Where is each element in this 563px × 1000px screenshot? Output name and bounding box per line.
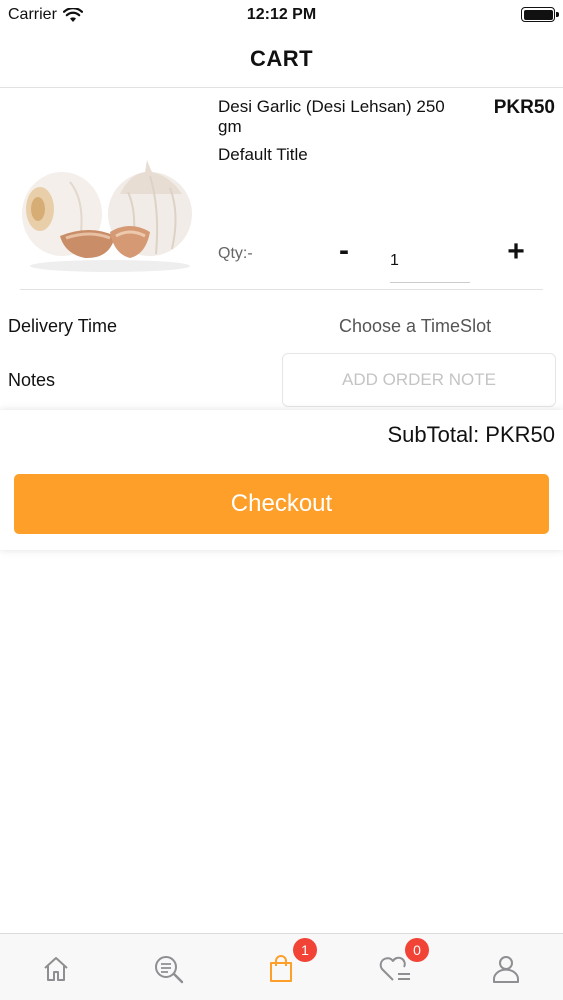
tab-wishlist[interactable]: 0 [337, 934, 449, 1000]
summary-card: SubTotal: PKR50 Checkout [0, 410, 563, 550]
product-name: Desi Garlic (Desi Lehsan) 250 gm [218, 97, 445, 136]
garlic-product-image [22, 160, 192, 272]
product-price: PKR50 [493, 97, 555, 118]
delivery-time-label: Delivery Time [8, 316, 118, 336]
battery-icon [521, 7, 559, 22]
nav-bar: CART [0, 30, 563, 88]
quantity-input[interactable]: 1 [390, 243, 470, 283]
notes-label: Notes [8, 370, 56, 390]
subtotal-label: SubTotal: PKR50 [387, 422, 555, 447]
increase-quantity-button[interactable]: + [500, 236, 532, 268]
order-note-placeholder: ADD ORDER NOTE [342, 370, 496, 389]
cart-item: Desi Garlic (Desi Lehsan) 250 gm PKR50 D… [0, 88, 563, 290]
status-time: 12:12 PM [246, 6, 317, 23]
profile-icon [493, 956, 519, 983]
status-bar: Carrier 12:12 PM [0, 0, 563, 30]
wishlist-badge: 0 [405, 938, 429, 962]
tab-search[interactable] [112, 934, 224, 1000]
decrease-quantity-button[interactable]: - [330, 236, 358, 268]
order-note-field[interactable]: ADD ORDER NOTE [282, 353, 556, 407]
shopping-bag-icon [270, 955, 292, 982]
tab-cart[interactable]: 1 [225, 934, 337, 1000]
item-divider [20, 289, 543, 290]
cart-badge: 1 [293, 938, 317, 962]
tab-profile[interactable] [450, 934, 562, 1000]
timeslot-selector[interactable]: Choose a TimeSlot [339, 316, 491, 337]
wishlist-icon [379, 956, 410, 981]
tab-home[interactable] [0, 934, 112, 1000]
quantity-label: Qty:- [218, 245, 253, 262]
page-title: CART [249, 46, 314, 71]
tab-bar: 1 0 [0, 933, 563, 1000]
product-variant: Default Title [218, 145, 308, 164]
search-icon [155, 956, 184, 984]
home-icon [44, 957, 68, 981]
checkout-button[interactable]: Checkout [14, 474, 549, 534]
